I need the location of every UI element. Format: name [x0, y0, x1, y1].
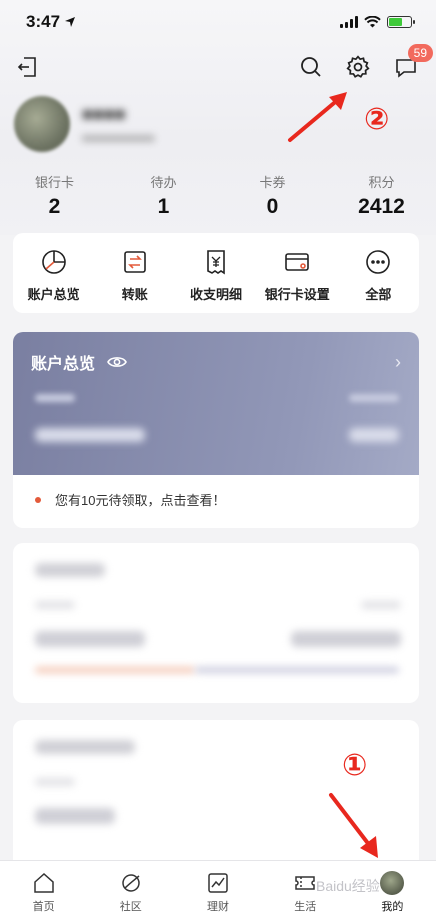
- reward-notice[interactable]: 您有10元待领取，点击查看！: [13, 475, 419, 524]
- transfer-icon: [121, 248, 149, 276]
- signal-icon: [340, 16, 358, 28]
- tab-label: 理财: [207, 901, 229, 913]
- blurred-label: [35, 394, 75, 402]
- message-badge: 59: [407, 44, 433, 62]
- quick-action-card-settings[interactable]: 银行卡设置: [257, 233, 338, 313]
- account-overview-card[interactable]: 账户总览 › 您有10元待领取，点击查看！: [13, 332, 419, 528]
- home-icon: [32, 871, 56, 895]
- blurred-progress: [195, 667, 399, 673]
- quick-action-label: 收支明细: [190, 287, 243, 302]
- message-button[interactable]: 59: [391, 44, 433, 82]
- blurred-asset-card[interactable]: [13, 543, 419, 703]
- stat-value: 1: [157, 195, 170, 218]
- notice-text: 您有10元待领取，点击查看！: [55, 493, 226, 508]
- profile-sub-blurred: ■■■■■■■■■■: [82, 130, 155, 145]
- search-button[interactable]: [296, 52, 326, 82]
- blurred-label: [35, 778, 75, 786]
- chevron-right-icon: ›: [395, 352, 401, 372]
- blurred-amount: [35, 428, 145, 442]
- stat-label: 银行卡: [34, 175, 74, 190]
- quick-action-overview[interactable]: 账户总览: [13, 233, 94, 313]
- receipt-icon: [202, 248, 230, 276]
- stat-coupons[interactable]: 卡券 0: [218, 172, 327, 219]
- wifi-icon: [364, 16, 381, 28]
- location-arrow-icon: [65, 17, 76, 27]
- stat-label: 待办: [150, 175, 177, 190]
- stat-label: 积分: [368, 175, 395, 190]
- settings-button[interactable]: [343, 52, 373, 82]
- quick-actions-card: 账户总览 转账 收支明细 银行卡设置 全部: [13, 233, 419, 313]
- blurred-amount: [35, 808, 115, 824]
- tab-home[interactable]: 首页: [0, 861, 87, 920]
- blurred-progress: [35, 667, 195, 673]
- stat-points[interactable]: 积分 2412: [327, 172, 436, 219]
- annotation-arrow-2: [288, 92, 347, 142]
- avatar[interactable]: [14, 96, 70, 152]
- stat-value: 0: [266, 195, 279, 218]
- notice-dot: [35, 496, 41, 503]
- annotation-1: ①: [342, 749, 368, 782]
- blurred-label: [35, 601, 75, 609]
- community-icon: [119, 871, 143, 895]
- battery-icon: [387, 16, 415, 28]
- blurred-amount: [349, 428, 399, 442]
- top-nav: 59: [0, 44, 436, 86]
- annotation-arrow-1: [329, 793, 378, 858]
- avatar: [380, 871, 405, 895]
- quick-action-transfer[interactable]: 转账: [94, 233, 175, 313]
- more-icon: [364, 248, 392, 276]
- quick-action-label: 全部: [365, 287, 392, 302]
- blurred-amount: [291, 631, 401, 647]
- tab-finance[interactable]: 理财: [174, 861, 261, 920]
- blurred-amount: [35, 631, 145, 647]
- quick-action-label: 转账: [121, 287, 148, 302]
- eye-icon[interactable]: [107, 355, 127, 369]
- quick-action-all[interactable]: 全部: [338, 233, 419, 313]
- pie-chart-icon: [40, 248, 68, 276]
- blurred-title: [35, 563, 105, 577]
- gear-icon: [346, 55, 370, 78]
- stat-label: 卡券: [259, 175, 286, 190]
- status-bar: 3:47: [0, 0, 436, 44]
- blurred-label: [361, 601, 401, 609]
- search-icon: [301, 57, 321, 77]
- chart-icon: [206, 871, 230, 895]
- blurred-title: [35, 740, 135, 754]
- quick-action-label: 账户总览: [27, 287, 80, 302]
- tab-label: 首页: [32, 901, 55, 913]
- status-time: 3:47: [26, 12, 61, 31]
- ticket-icon: [293, 871, 317, 895]
- profile-name-blurred: ■■■■: [82, 103, 126, 124]
- annotation-2: ②: [364, 103, 390, 136]
- stat-bank-cards[interactable]: 银行卡 2: [0, 172, 109, 219]
- stat-value: 2412: [358, 195, 405, 218]
- stat-todo[interactable]: 待办 1: [109, 172, 218, 219]
- overview-title: 账户总览: [31, 356, 96, 373]
- tab-label: 我的: [381, 901, 404, 913]
- quick-action-statement[interactable]: 收支明细: [175, 233, 256, 313]
- exit-button[interactable]: [12, 52, 42, 82]
- stats-row: 银行卡 2 待办 1 卡券 0 积分 2412: [0, 172, 436, 219]
- tab-community[interactable]: 社区: [87, 861, 174, 920]
- stat-value: 2: [48, 195, 61, 218]
- tab-label: 社区: [119, 901, 142, 913]
- card-settings-icon: [283, 248, 311, 276]
- quick-action-label: 银行卡设置: [264, 287, 330, 302]
- profile[interactable]: ■■■■ ■■■■■■■■■■: [14, 96, 154, 152]
- watermark: Baidu经验: [316, 878, 380, 894]
- exit-icon: [17, 57, 36, 77]
- blurred-label: [349, 394, 399, 402]
- tab-label: 生活: [294, 901, 317, 913]
